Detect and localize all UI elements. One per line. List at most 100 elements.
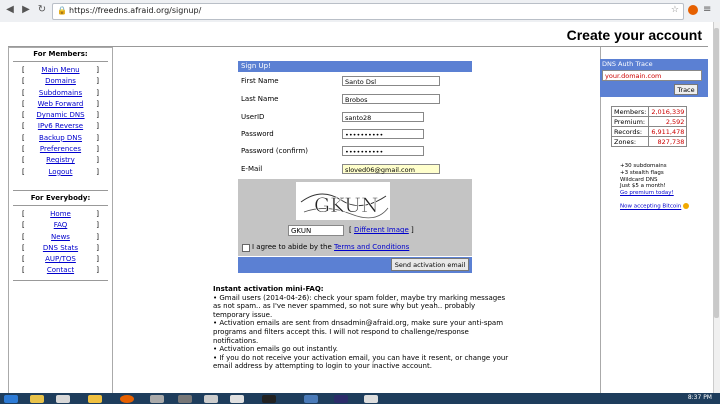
everybody-item[interactable]: [ AUP/TOS]	[9, 254, 112, 265]
start-icon[interactable]	[4, 395, 18, 403]
last-name-field[interactable]: Brobos	[342, 94, 440, 104]
members-link[interactable]: Domains	[45, 77, 76, 85]
members-item[interactable]: [ Dynamic DNS]	[9, 110, 112, 121]
app-icon[interactable]	[304, 395, 318, 403]
everybody-link[interactable]: Home	[50, 210, 71, 218]
everybody-item[interactable]: [News]	[9, 232, 112, 243]
faq-item: • Gmail users (2014-04-26): check your s…	[213, 293, 506, 319]
stats-row: Members: 2,016,339	[610, 106, 688, 117]
different-image-text[interactable]: Different Image	[354, 226, 409, 234]
scrollbar-thumb[interactable]	[714, 28, 719, 318]
members-item[interactable]: [Domains]	[9, 76, 112, 87]
password-field[interactable]: ••••••••••	[342, 129, 424, 139]
bracket: [	[22, 122, 25, 131]
agree-checkbox[interactable]	[242, 244, 250, 252]
everybody-item[interactable]: [DNS Stats]	[9, 243, 112, 254]
menu-icon[interactable]: ≡	[703, 4, 711, 15]
app-icon[interactable]	[230, 395, 244, 403]
everybody-item[interactable]: [FAQ]	[9, 220, 112, 231]
bracket: [	[22, 145, 25, 154]
bracket: ]	[96, 255, 99, 264]
bookmark-star-icon[interactable]: ☆	[671, 5, 679, 15]
stat-value: 2,016,339	[648, 106, 688, 117]
everybody-link[interactable]: News	[51, 233, 70, 241]
terms-link[interactable]: Terms and Conditions	[334, 243, 409, 251]
address-bar[interactable]: 🔒 https://freedns.afraid.org/signup/ ☆	[52, 3, 684, 20]
trace-button[interactable]: Trace	[674, 84, 698, 95]
stats-row: Records: 6,911,478	[610, 126, 688, 137]
bracket: ]	[96, 156, 99, 165]
email-label: E-Mail	[241, 165, 263, 173]
last-name-row: Last Name Brobos	[238, 91, 472, 108]
app-icon[interactable]	[178, 395, 192, 403]
members-item[interactable]: [Backup DNS]	[9, 133, 112, 144]
bracket: [	[22, 167, 25, 176]
url-text: https://freedns.afraid.org/signup/	[69, 6, 202, 15]
app-icon[interactable]	[204, 395, 218, 403]
bracket: [	[22, 156, 25, 165]
members-item[interactable]: [Subdomains]	[9, 88, 112, 99]
members-link[interactable]: Backup DNS	[39, 134, 82, 142]
bracket: ]	[96, 111, 99, 120]
stat-value: 6,911,478	[648, 126, 688, 137]
bracket: [	[22, 266, 25, 275]
members-item[interactable]: [Main Menu]	[9, 65, 112, 76]
captcha-input[interactable]: GKUN	[288, 225, 344, 236]
promo-line: Wildcard DNS	[620, 176, 658, 183]
app-icon[interactable]	[150, 395, 164, 403]
bracket: ]	[96, 77, 99, 86]
firefox-taskbar-icon[interactable]	[120, 395, 134, 403]
everybody-link[interactable]: FAQ	[54, 221, 68, 229]
members-link[interactable]: Subdomains	[39, 89, 82, 97]
email-field[interactable]: sloved06@gmail.com	[342, 164, 440, 174]
members-link[interactable]: Dynamic DNS	[36, 111, 84, 119]
members-link[interactable]: Logout	[49, 168, 73, 176]
faq-item: • Activation emails are sent from dnsadm…	[213, 319, 504, 345]
everybody-link[interactable]: AUP/TOS	[45, 255, 76, 263]
back-icon[interactable]: ◀	[4, 4, 16, 16]
password-confirm-field[interactable]: ••••••••••	[342, 146, 424, 156]
faq-section: Instant activation mini-FAQ: • Gmail use…	[213, 285, 513, 371]
members-item[interactable]: [Preferences]	[9, 144, 112, 155]
bracket: [	[22, 255, 25, 264]
promo-line: +3 stealth flags	[620, 169, 664, 176]
members-link[interactable]: IPv6 Reverse	[38, 122, 83, 130]
members-item[interactable]: [Web Forward]	[9, 99, 112, 110]
members-link[interactable]: Web Forward	[38, 100, 84, 108]
send-activation-button[interactable]: Send activation email	[391, 258, 469, 271]
members-link[interactable]: Preferences	[40, 145, 81, 153]
firefox-icon[interactable]	[688, 5, 698, 15]
everybody-item[interactable]: [Contact]	[9, 265, 112, 276]
first-name-field[interactable]: Santo Dsl	[342, 76, 440, 86]
folder-icon[interactable]	[88, 395, 102, 403]
explorer-icon[interactable]	[30, 395, 44, 403]
everybody-item[interactable]: [Home]	[9, 209, 112, 220]
forward-icon[interactable]: ▶	[20, 4, 32, 16]
stat-value: 827,738	[648, 136, 688, 147]
divider	[13, 189, 108, 191]
app-icon[interactable]	[262, 395, 276, 403]
bitcoin-link[interactable]: Now accepting Bitcoin	[620, 204, 681, 210]
members-item[interactable]: [ Registry]	[9, 155, 112, 166]
faq-title: Instant activation mini-FAQ:	[213, 285, 324, 293]
app-icon[interactable]	[56, 395, 70, 403]
everybody-link[interactable]: DNS Stats	[43, 244, 78, 252]
premium-link[interactable]: Go premium today!	[620, 190, 674, 196]
members-link[interactable]: Registry	[46, 156, 75, 164]
password-confirm-row: Password (confirm) ••••••••••	[238, 143, 472, 160]
members-item[interactable]: [Logout]	[9, 167, 112, 178]
reload-icon[interactable]: ↻	[36, 4, 48, 16]
app-icon[interactable]	[364, 395, 378, 403]
members-link[interactable]: Main Menu	[41, 66, 79, 74]
app-icon[interactable]	[334, 395, 348, 403]
different-image-link[interactable]: [ Different Image ]	[349, 226, 414, 234]
stat-label: Zones:	[610, 136, 650, 147]
stats-table: Members: 2,016,339 Premium: 2,592 Records:…	[610, 106, 688, 147]
everybody-link[interactable]: Contact	[47, 266, 74, 274]
dns-trace-input[interactable]: your.domain.com	[602, 70, 702, 81]
premium-promo: +30 subdomains +3 stealth flags Wildcard…	[620, 163, 674, 197]
userid-field[interactable]: santo28	[342, 112, 424, 122]
promo-line: +30 subdomains	[620, 163, 667, 169]
members-item[interactable]: [IPv6 Reverse]	[9, 121, 112, 132]
bracket: [	[22, 111, 25, 120]
